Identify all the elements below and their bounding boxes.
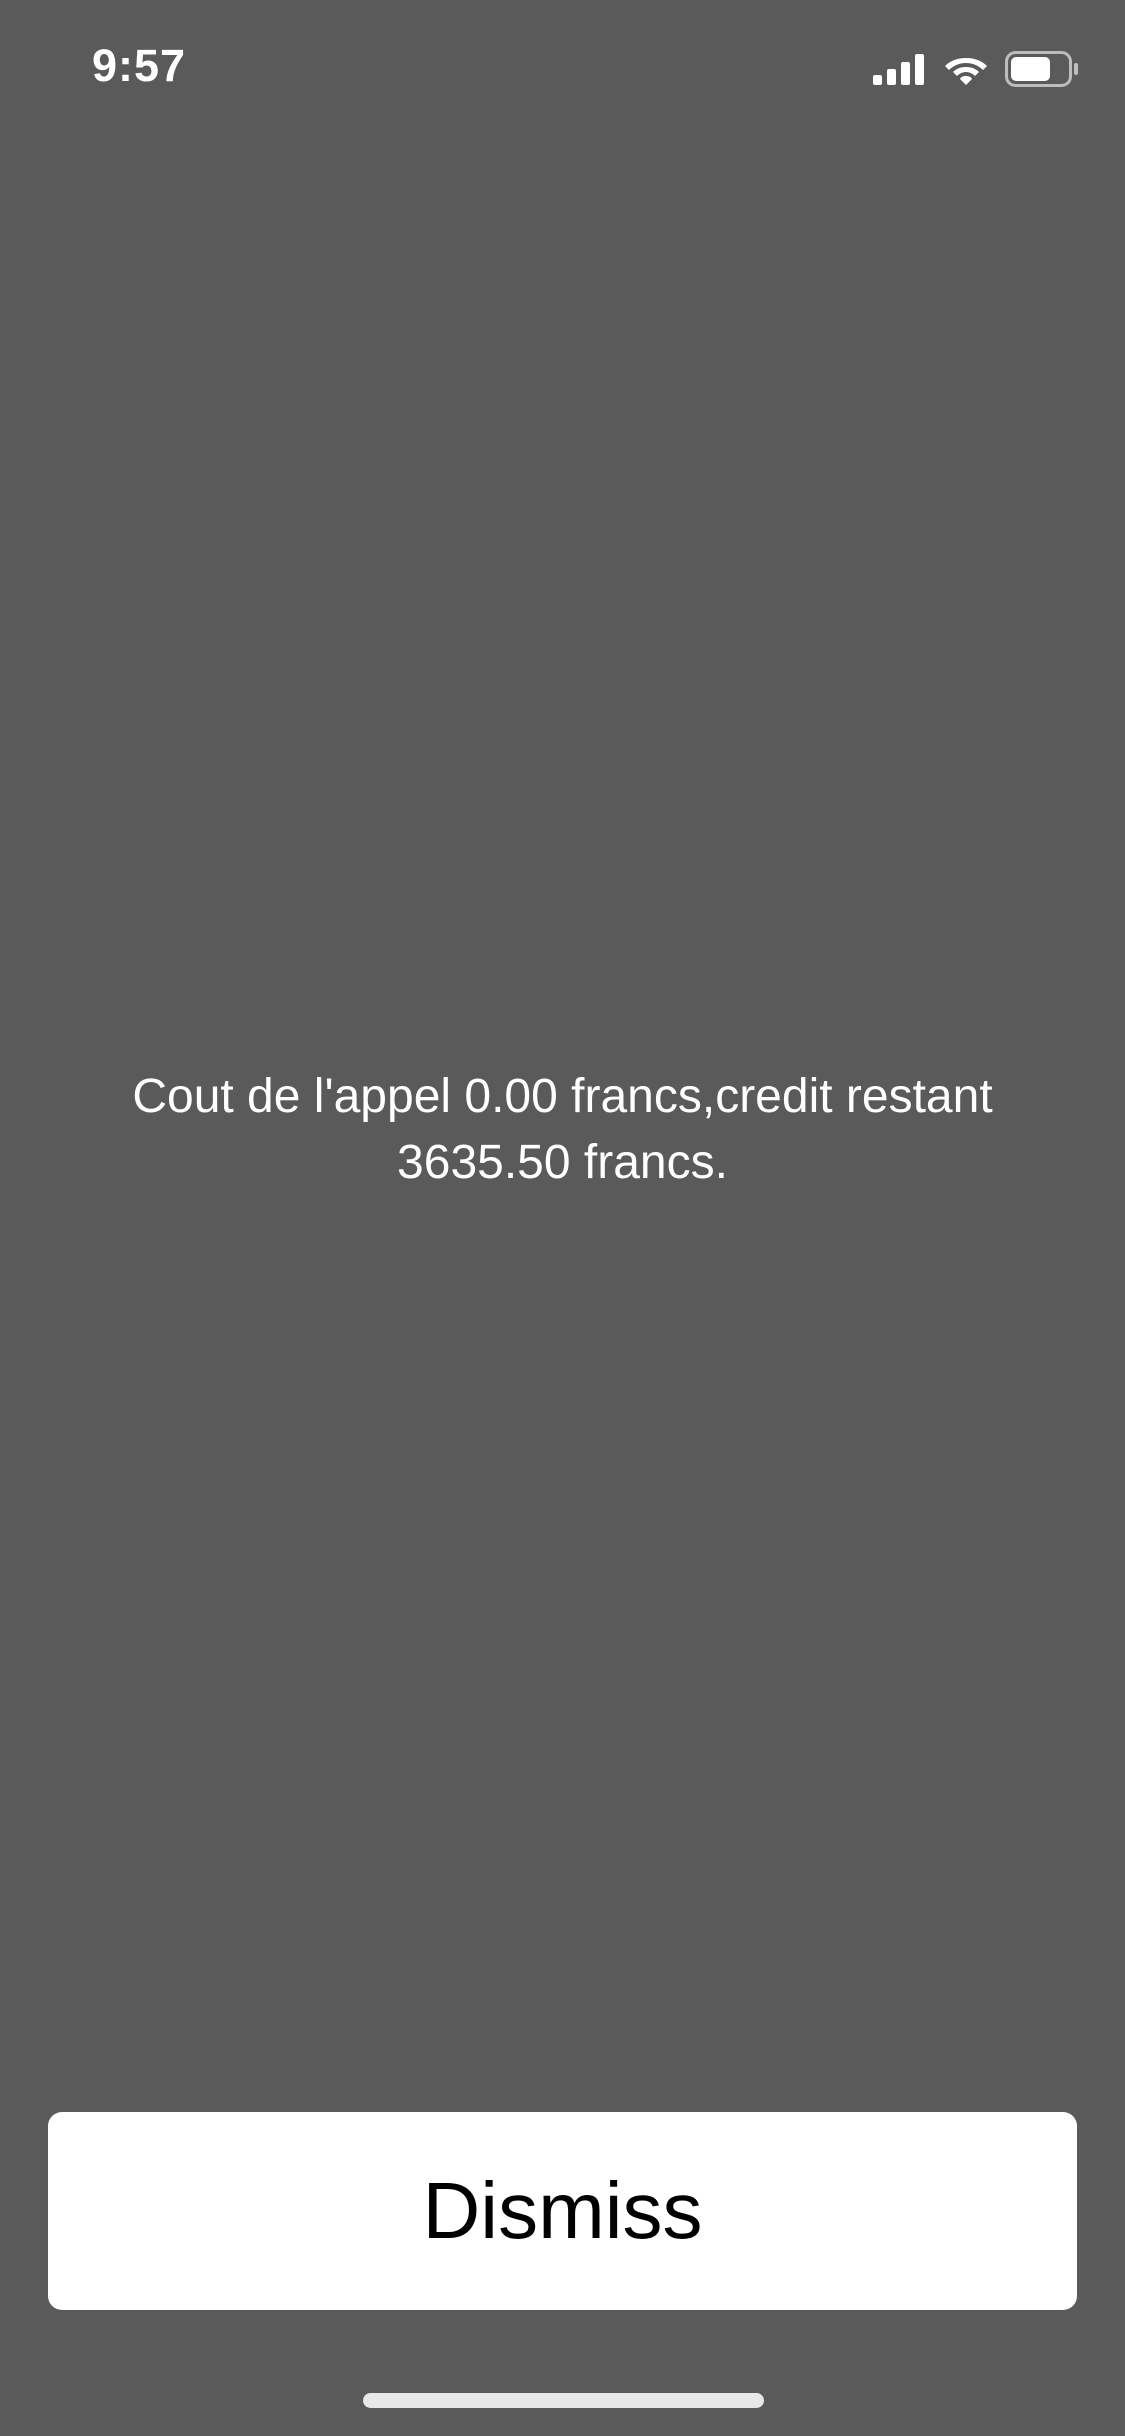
status-time: 9:57 [92, 40, 187, 91]
ussd-message: Cout de l'appel 0.00 francs,credit resta… [132, 1070, 993, 1189]
home-indicator[interactable] [363, 2393, 764, 2408]
battery-icon [1005, 51, 1079, 87]
cellular-signal-icon [873, 53, 927, 85]
wifi-icon [943, 52, 989, 86]
dismiss-button[interactable]: Dismiss [48, 2112, 1077, 2310]
status-bar: 9:57 [0, 0, 1125, 132]
status-icons [873, 48, 1079, 90]
